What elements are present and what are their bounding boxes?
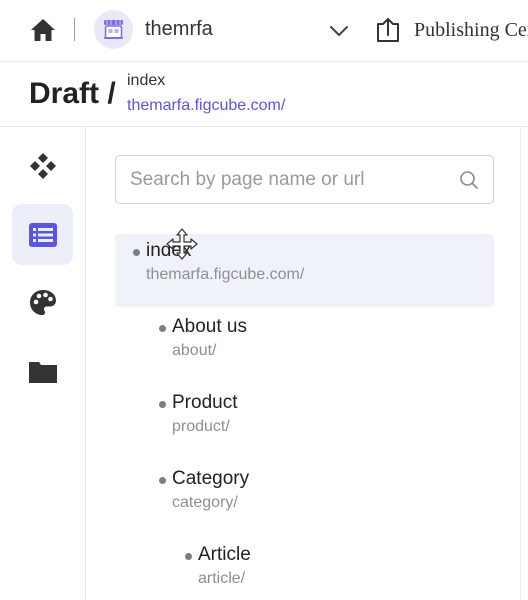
bullet-icon <box>159 477 166 484</box>
page-search-box <box>115 155 494 204</box>
page-name: Article <box>198 544 251 565</box>
page-path: product/ <box>172 418 230 435</box>
page-name: Product <box>172 392 238 413</box>
page-path: themarfa.figcube.com/ <box>146 266 305 283</box>
move-cursor-icon <box>166 228 198 260</box>
pages-list-icon <box>28 222 57 247</box>
page-tree-item-category[interactable]: Category category/ <box>115 462 494 532</box>
page-tree-item-product[interactable]: Product product/ <box>115 386 494 456</box>
page-path: category/ <box>172 494 238 511</box>
search-icon[interactable] <box>459 170 479 190</box>
home-icon[interactable] <box>29 16 57 44</box>
upload-icon <box>377 18 399 42</box>
components-icon <box>29 152 56 179</box>
folder-icon <box>28 361 57 383</box>
page-tree-item-about-us[interactable]: About us about/ <box>115 310 494 380</box>
panel-divider <box>520 127 521 600</box>
publishing-center-label: Publishing Cen <box>414 18 528 41</box>
bullet-icon <box>159 325 166 332</box>
rail-item-assets[interactable] <box>12 341 73 402</box>
site-avatar[interactable] <box>94 10 133 49</box>
current-page-url-link[interactable]: themarfa.figcube.com/ <box>127 97 285 115</box>
rail-item-styles[interactable] <box>12 272 73 333</box>
draft-header: Draft / index themarfa.figcube.com/ <box>0 62 528 127</box>
left-rail <box>0 127 86 600</box>
search-input[interactable] <box>130 156 450 203</box>
chevron-down-icon[interactable] <box>328 20 350 42</box>
page-tree-item-article[interactable]: Article article/ <box>115 538 494 600</box>
current-page-name: index <box>127 72 166 89</box>
page-title: Draft / <box>29 77 116 110</box>
palette-icon <box>29 289 56 315</box>
page-name: Category <box>172 468 250 489</box>
page-name: About us <box>172 316 247 337</box>
rail-item-components[interactable] <box>12 135 73 196</box>
bullet-icon <box>133 249 140 256</box>
page-path: article/ <box>198 570 246 587</box>
bullet-icon <box>185 553 192 560</box>
page-path: about/ <box>172 342 217 359</box>
bullet-icon <box>159 401 166 408</box>
top-bar: themrfa Publishing Cen <box>0 0 528 62</box>
rail-item-pages[interactable] <box>12 204 73 265</box>
site-name[interactable]: themrfa <box>145 18 213 41</box>
publishing-center-button[interactable]: Publishing Cen <box>374 15 528 45</box>
storefront-icon <box>104 20 123 39</box>
divider <box>74 18 75 41</box>
